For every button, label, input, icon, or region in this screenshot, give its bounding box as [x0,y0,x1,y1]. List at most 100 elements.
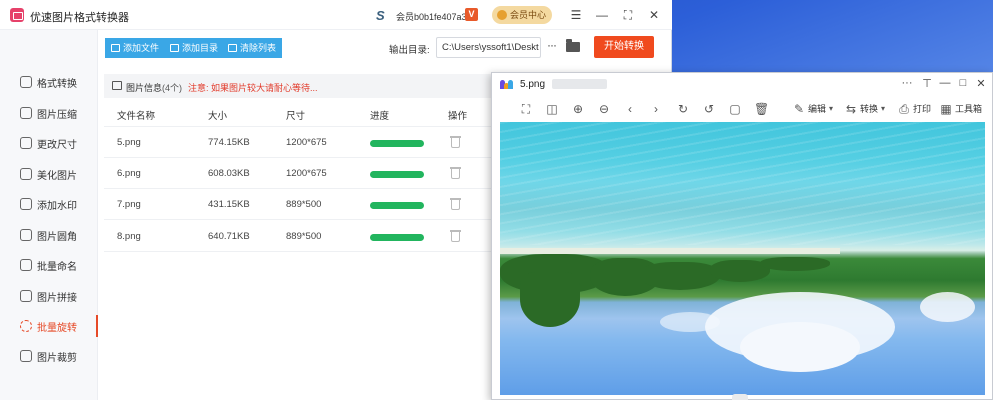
viewer-close-button[interactable]: ✕ [974,77,988,90]
minimize-button[interactable]: — [594,7,610,23]
format-convert-icon [20,76,32,88]
cell-dims: 1200*675 [286,168,327,179]
app-logo-icon [10,8,24,22]
sidebar-item-label: 图片拼接 [37,292,77,304]
crop-icon [20,350,32,362]
open-folder-icon[interactable] [566,39,580,52]
chevron-down-icon[interactable]: ▾ [824,102,838,116]
s-logo-icon: S [376,8,385,23]
cell-size: 608.03KB [208,168,250,179]
toolbox-label[interactable]: 工具箱 [955,102,982,115]
info-title: 图片信息 [126,83,163,93]
trash-icon[interactable] [450,198,461,210]
browse-more-button[interactable]: ··· [547,38,557,52]
vip-badge: V [465,8,478,21]
sidebar-item-format-convert[interactable]: 格式转换 [0,67,98,97]
trash-icon[interactable] [450,136,461,148]
cell-filename: 8.png [117,231,141,242]
sidebar-item-label: 添加水印 [37,200,77,212]
image-icon [112,81,122,90]
sidebar-item-round-corner[interactable]: 图片圆角 [0,220,98,250]
delete-icon[interactable]: 🗑 [754,102,769,116]
sidebar-item-crop[interactable]: 图片裁剪 [0,341,98,371]
sidebar-item-label: 图片裁剪 [37,352,77,364]
member-center-label: 会员中心 [510,10,547,20]
toolbox-icon[interactable]: ▦ [939,102,953,116]
progress-bar [370,202,424,209]
zoom-out-icon[interactable]: ⊖ [597,102,611,116]
trash-icon[interactable] [450,167,461,179]
viewer-minimize-button[interactable]: — [938,77,952,89]
batch-rename-icon [20,259,32,271]
sidebar-item-stitch[interactable]: 图片拼接 [0,281,98,311]
viewer-maximize-button[interactable]: □ [956,77,970,89]
progress-bar [370,171,424,178]
fullscreen-icon[interactable]: ⛶ [519,102,533,116]
rotate-icon [20,320,32,332]
resize-icon [20,137,32,149]
output-dir-label: 输出目录: [389,45,430,56]
cell-dims: 889*500 [286,199,322,210]
sidebar-item-resize[interactable]: 更改尺寸 [0,128,98,158]
crown-icon [497,10,507,20]
member-id[interactable]: 会员b0b1fe407a3c [396,10,471,23]
sidebar-item-label: 图片压缩 [37,109,77,121]
clear-list-label: 清除列表 [240,43,277,53]
info-count: (4个) [162,83,182,93]
image-info-bar: 图片信息 (4个) 注意: 如果图片较大请耐心等待... [104,74,500,98]
mouse-mode-icon[interactable]: ▢ [728,102,742,116]
menu-icon[interactable]: ☰ [568,7,584,23]
clear-list-button[interactable]: 清除列表 [222,38,283,58]
viewer-toolbar: ⛶ ◫ ⊕ ⊖ ‹ › ↻ ↺ ▢ 🗑 ✎ 编辑 ▾ ⇆ 转换 ▾ ⎙ 打印 ▦… [492,97,992,121]
pin-icon[interactable]: ⊤ [920,77,934,90]
chevron-down-icon[interactable]: ▾ [876,102,890,116]
blurred-path [552,79,607,89]
trash-icon[interactable] [450,230,461,242]
start-convert-button[interactable]: 开始转换 [594,36,654,58]
add-dir-label: 添加目录 [182,43,219,53]
print-icon[interactable]: ⎙ [897,102,911,116]
rotate-right-icon[interactable]: ↻ [676,102,690,116]
sidebar-item-batch-rotate[interactable]: 批量旋转 [0,311,98,341]
one-to-one-icon[interactable]: ◫ [545,102,559,116]
viewer-title-bar: 5.png ··· ⊤ — □ ✕ [492,73,992,95]
cell-dims: 1200*675 [286,137,327,148]
title-bar: 优速图片格式转换器 S 会员b0b1fe407a3c V 会员中心 ☰ — ⛶ … [0,0,672,30]
maximize-button[interactable]: ⛶ [620,7,636,23]
viewer-filename: 5.png [520,79,546,90]
sidebar-item-compress[interactable]: 图片压缩 [0,98,98,128]
print-label[interactable]: 打印 [913,102,931,115]
progress-bar [370,234,424,241]
next-icon[interactable]: › [649,102,663,116]
convert-icon[interactable]: ⇆ [844,102,858,116]
previous-icon[interactable]: ‹ [623,102,637,116]
stitch-icon [20,290,32,302]
viewer-logo-icon [500,79,513,89]
header-dims: 尺寸 [286,111,306,122]
sidebar-item-label: 格式转换 [37,78,77,90]
sidebar-item-beautify[interactable]: 美化图片 [0,159,98,189]
cell-filename: 7.png [117,199,141,210]
sidebar-item-label: 批量命名 [37,261,77,273]
cell-size: 774.15KB [208,137,250,148]
member-center-button[interactable]: 会员中心 [492,6,553,24]
watermark-icon [20,198,32,210]
beautify-icon [20,168,32,180]
viewer-more-button[interactable]: ··· [900,77,914,89]
close-button[interactable]: ✕ [646,7,662,23]
sidebar-item-watermark[interactable]: 添加水印 [0,189,98,219]
output-path-input[interactable]: C:\Users\yssoft1\Deskt [436,37,541,58]
edit-icon[interactable]: ✎ [792,102,806,116]
rotate-left-icon[interactable]: ↺ [702,102,716,116]
header-progress: 进度 [370,111,390,122]
zoom-in-icon[interactable]: ⊕ [571,102,585,116]
add-dir-button[interactable]: 添加目录 [164,38,225,58]
sidebar-item-batch-rename[interactable]: 批量命名 [0,250,98,280]
header-size: 大小 [208,111,228,122]
image-viewer-window: 5.png ··· ⊤ — □ ✕ ⛶ ◫ ⊕ ⊖ ‹ › ↻ ↺ ▢ 🗑 ✎ … [491,72,993,400]
divider [104,157,492,158]
clear-icon [228,44,237,52]
add-file-button[interactable]: 添加文件 [105,38,166,58]
expand-tab[interactable] [732,394,748,400]
info-warning: 注意: 如果图片较大请耐心等待... [188,83,318,93]
